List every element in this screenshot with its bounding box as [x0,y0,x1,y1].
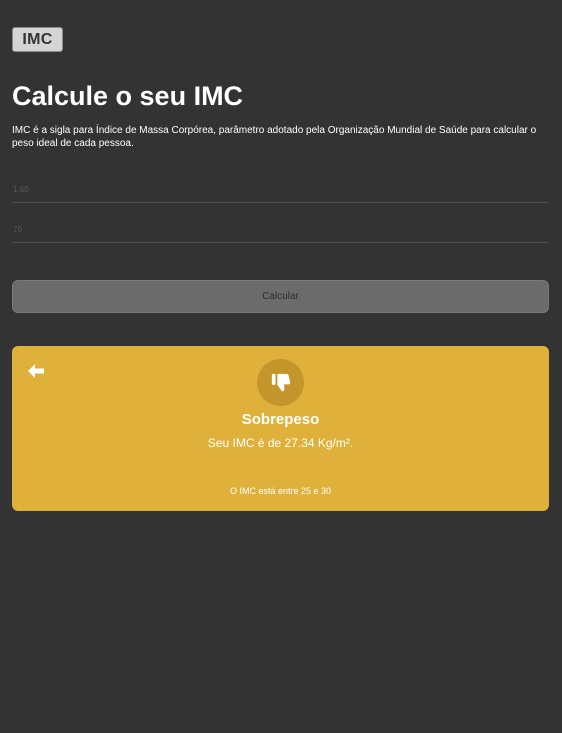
result-card: Sobrepeso Seu IMC é de 27.34 Kg/m². O IM… [12,346,549,511]
result-range: O IMC está entre 25 e 30 [229,486,332,496]
logo: IMC [12,27,63,52]
page-description: IMC é a sigla para Índice de Massa Corpó… [12,125,537,149]
calculate-button[interactable]: Calcular [12,280,549,313]
page-title: Calcule o seu IMC [12,81,244,111]
height-field-wrapper [12,177,549,203]
result-value: Seu IMC é de 27.34 Kg/m². [207,436,354,450]
thumbs-down-icon [271,373,290,391]
logo-text: IMC [22,30,53,48]
page: IMC Calcule o seu IMC IMC é a sigla para… [0,0,562,733]
result-icon-circle [257,359,304,406]
arrow-left-icon [28,364,44,378]
height-input[interactable] [12,177,549,202]
result-status: Sobrepeso [241,411,320,428]
back-button[interactable] [26,361,46,381]
weight-input[interactable] [12,217,549,242]
weight-field-wrapper [12,217,549,243]
